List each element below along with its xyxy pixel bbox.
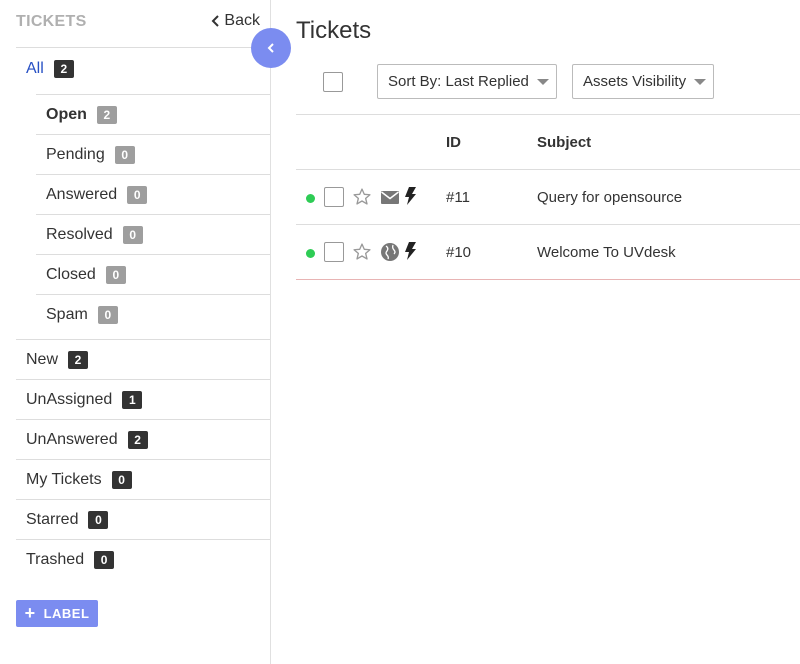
sidebar-item-my-tickets[interactable]: My Tickets 0 — [16, 459, 270, 499]
sidebar-item-label: Open — [46, 105, 87, 123]
caret-down-icon — [536, 78, 549, 85]
count-badge: 0 — [114, 145, 135, 164]
star-icon[interactable] — [352, 187, 372, 207]
column-header-subject[interactable]: Subject — [537, 134, 591, 151]
ticket-subject[interactable]: Query for opensource — [537, 189, 682, 206]
chevron-left-icon — [267, 43, 274, 53]
sidebar-item-unanswered[interactable]: UnAnswered 2 — [16, 419, 270, 459]
table-row[interactable]: #11 Query for opensource — [296, 170, 800, 225]
sidebar-item-starred[interactable]: Starred 0 — [16, 499, 270, 539]
sidebar-item-closed[interactable]: Closed 0 — [36, 254, 270, 294]
count-badge: 0 — [88, 510, 109, 529]
sidebar-header: TICKETS Back — [16, 0, 270, 48]
filter-list: New 2 UnAssigned 1 UnAnswered 2 My Ticke… — [16, 339, 270, 579]
sort-dropdown-label: Sort By: Last Replied — [388, 73, 529, 90]
row-checkbox[interactable] — [324, 242, 344, 262]
table-row[interactable]: #10 Welcome To UVdesk — [296, 225, 800, 280]
assets-dropdown-label: Assets Visibility — [583, 73, 687, 90]
sidebar-item-open[interactable]: Open 2 — [36, 94, 270, 134]
status-list: Open 2 Pending 0 Answered 0 Resolved 0 C… — [36, 94, 270, 334]
count-badge: 2 — [96, 105, 117, 124]
sidebar-item-label: Trashed — [26, 550, 85, 568]
sidebar-item-new[interactable]: New 2 — [16, 339, 270, 379]
count-badge: 0 — [111, 470, 132, 489]
count-badge: 0 — [127, 185, 148, 204]
sidebar-item-label: Spam — [46, 305, 88, 323]
caret-down-icon — [694, 78, 707, 85]
count-badge: 0 — [94, 550, 115, 569]
email-icon — [381, 191, 399, 204]
collapse-sidebar-button[interactable] — [251, 28, 291, 68]
count-badge: 0 — [105, 265, 126, 284]
add-label-text: LABEL — [43, 606, 90, 621]
sidebar-item-spam[interactable]: Spam 0 — [36, 294, 270, 334]
sidebar-item-all[interactable]: All 2 — [26, 59, 74, 79]
sidebar-item-label: Pending — [46, 145, 105, 163]
sidebar-item-label: UnAnswered — [26, 430, 118, 448]
column-header-id[interactable]: ID — [446, 134, 461, 151]
status-dot — [306, 194, 315, 203]
tickets-table: ID Subject #11 Query for opensource #10 … — [296, 114, 800, 280]
sidebar-item-label: All — [26, 60, 44, 77]
star-icon[interactable] — [352, 242, 372, 262]
sort-dropdown[interactable]: Sort By: Last Replied — [377, 64, 557, 99]
row-checkbox[interactable] — [324, 187, 344, 207]
sidebar-title: TICKETS — [16, 13, 87, 30]
sidebar-item-label: Closed — [46, 265, 96, 283]
count-badge: 2 — [127, 430, 148, 449]
sidebar-item-resolved[interactable]: Resolved 0 — [36, 214, 270, 254]
ticket-id[interactable]: #11 — [446, 189, 470, 206]
assets-visibility-dropdown[interactable]: Assets Visibility — [572, 64, 714, 99]
page-title: Tickets — [296, 17, 372, 44]
count-badge: 2 — [68, 350, 89, 369]
sidebar-item-trashed[interactable]: Trashed 0 — [16, 539, 270, 579]
sidebar-item-label: UnAssigned — [26, 390, 113, 408]
sidebar-item-label: Answered — [46, 185, 118, 203]
sidebar-item-label: My Tickets — [26, 470, 102, 488]
count-badge: 1 — [122, 390, 143, 409]
count-badge: 0 — [122, 225, 143, 244]
back-link[interactable]: Back — [211, 12, 260, 30]
sidebar-item-unassigned[interactable]: UnAssigned 1 — [16, 379, 270, 419]
sidebar-item-label: Resolved — [46, 225, 113, 243]
sidebar-item-pending[interactable]: Pending 0 — [36, 134, 270, 174]
sidebar-item-label: Starred — [26, 510, 79, 528]
lightning-icon — [405, 187, 416, 205]
back-label: Back — [224, 12, 260, 29]
sidebar-item-label: New — [26, 350, 59, 368]
chevron-left-icon — [212, 15, 220, 27]
ticket-subject[interactable]: Welcome To UVdesk — [537, 244, 676, 261]
count-badge: 0 — [97, 305, 118, 324]
status-dot — [306, 249, 315, 258]
lightning-icon — [405, 242, 416, 260]
select-all-checkbox[interactable] — [323, 72, 343, 92]
add-label-button[interactable]: + LABEL — [16, 600, 98, 627]
table-header: ID Subject — [296, 114, 800, 170]
count-badge: 2 — [53, 60, 74, 78]
sidebar-item-answered[interactable]: Answered 0 — [36, 174, 270, 214]
ticket-id[interactable]: #10 — [446, 244, 471, 261]
globe-icon — [381, 243, 399, 261]
plus-icon: + — [24, 602, 36, 623]
sidebar: TICKETS Back All 2 Open 2 Pending 0 Answ… — [0, 0, 271, 664]
